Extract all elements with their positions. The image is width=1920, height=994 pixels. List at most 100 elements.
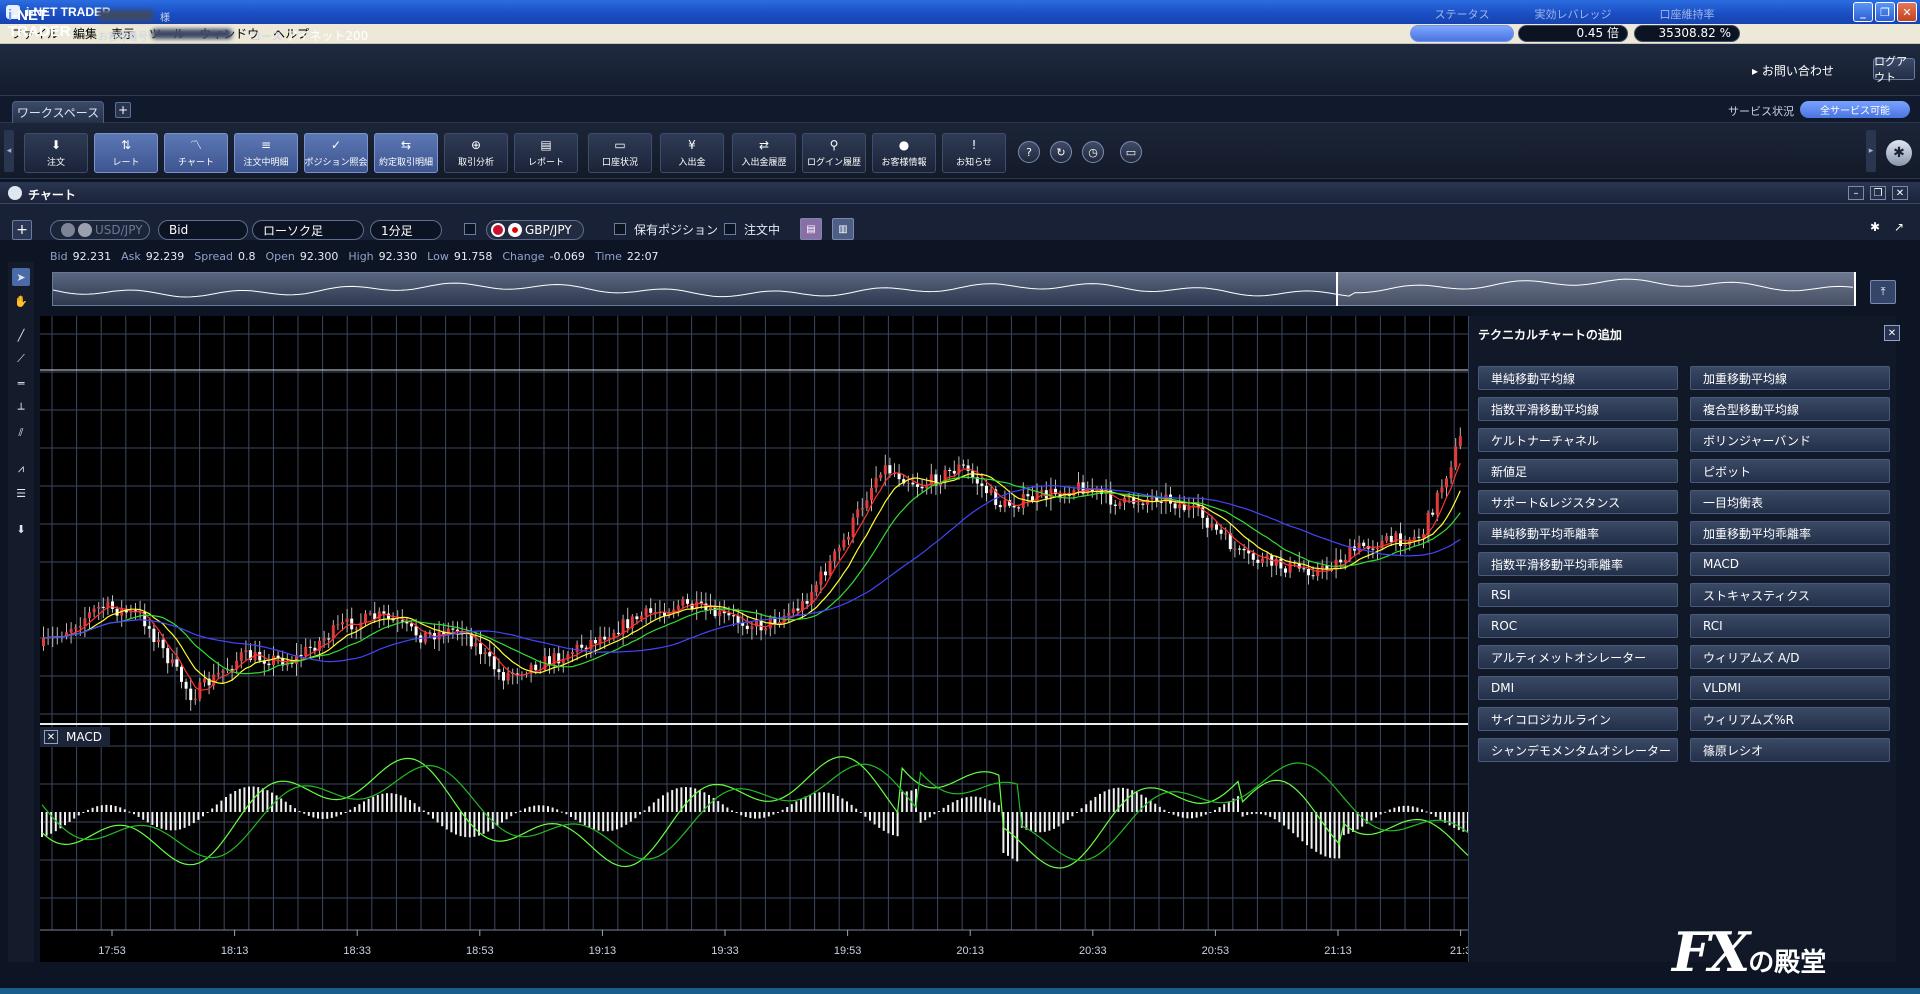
candle-body: [1012, 505, 1016, 508]
indicator-button-right-10[interactable]: VLDMI: [1690, 676, 1890, 700]
toolbar-button-5[interactable]: ⇆ 約定取引明細: [374, 133, 438, 173]
indicator-button-left-10[interactable]: DMI: [1478, 676, 1678, 700]
candle-body: [681, 599, 685, 606]
macd-hist-bar: [735, 812, 738, 814]
indicator-button-right-0[interactable]: 加重移動平均線: [1690, 366, 1890, 390]
toolbar-button-10[interactable]: ⇄ 入出金履歴: [732, 133, 796, 173]
macd-close-icon[interactable]: ✕: [44, 730, 58, 744]
indicator-button-left-12[interactable]: シャンデモメンタムオシレーター: [1478, 738, 1678, 762]
panel-close-button[interactable]: ✕: [1892, 186, 1908, 200]
macd-hist-bar: [892, 812, 894, 836]
order-checkbox[interactable]: [724, 223, 736, 235]
indicator-button-right-5[interactable]: 加重移動平均乖離率: [1690, 521, 1890, 545]
indicator-add-icon[interactable]: ▤: [800, 218, 822, 240]
levels-tool-icon[interactable]: ☰: [12, 484, 30, 502]
chart-list-icon[interactable]: ▥: [832, 218, 854, 240]
indicator-button-left-7[interactable]: RSI: [1478, 583, 1678, 607]
restore-button[interactable]: ❐: [1875, 2, 1895, 22]
service-status-label: サービス状況: [1728, 105, 1794, 118]
toolbar-button-8[interactable]: ▭ 口座状況: [588, 133, 652, 173]
channel-tool-icon[interactable]: ⫽: [12, 424, 30, 442]
price-chart[interactable]: 17:53 18:13 18:33 18:53 19:13 19:33 19:53 20:13…: [40, 316, 1468, 962]
trendline-tool-icon[interactable]: ╱: [12, 326, 30, 344]
indicator-button-right-6[interactable]: MACD: [1690, 552, 1890, 576]
navigator-window-handle[interactable]: [1336, 272, 1856, 306]
candle-body: [147, 626, 151, 629]
indicator-button-right-8[interactable]: RCI: [1690, 614, 1890, 638]
indicator-button-right-9[interactable]: ウィリアムズ A/D: [1690, 645, 1890, 669]
indicator-button-left-4[interactable]: サポート&レジスタンス: [1478, 490, 1678, 514]
candle-type-select[interactable]: ローソク足: [252, 220, 364, 240]
indicator-button-right-11[interactable]: ウィリアムズ%R: [1690, 707, 1890, 731]
indicator-button-left-0[interactable]: 単純移動平均線: [1478, 366, 1678, 390]
indicator-button-left-5[interactable]: 単純移動平均乖離率: [1478, 521, 1678, 545]
timeframe-select[interactable]: 1分足: [370, 220, 442, 240]
indicator-panel-close-icon[interactable]: ✕: [1884, 325, 1900, 341]
line-tool-icon[interactable]: ⟋: [12, 350, 30, 368]
candle-body: [635, 616, 639, 620]
toolbar-scroll-right[interactable]: ▸: [1866, 130, 1876, 172]
chat-icon[interactable]: ▭: [1120, 141, 1142, 163]
add-chart-button[interactable]: +: [12, 220, 32, 240]
toolbar-button-6[interactable]: ⊕ 取引分析: [444, 133, 508, 173]
toolbar-icon-4: ✓: [330, 137, 342, 152]
window-titlebar: i-NET TRADER _ ❐ ✕: [0, 0, 1920, 24]
compare-checkbox[interactable]: [464, 223, 476, 235]
compare-pair-gbpjpy[interactable]: GBP/JPY: [486, 220, 584, 240]
toolbar-button-4[interactable]: ✓ ポジション照会: [304, 133, 368, 173]
indicator-button-left-8[interactable]: ROC: [1478, 614, 1678, 638]
clock-icon[interactable]: ◷: [1082, 141, 1104, 163]
settings-gear-icon[interactable]: ✱: [1886, 140, 1912, 166]
position-checkbox[interactable]: [614, 223, 626, 235]
price-type-select[interactable]: Bid: [158, 220, 248, 240]
toolbar-button-0[interactable]: ⬇ 注文: [24, 133, 88, 173]
vertical-line-tool-icon[interactable]: ┴: [12, 400, 30, 418]
refresh-icon[interactable]: ↻: [1050, 141, 1072, 163]
panel-float-button[interactable]: ❐: [1870, 186, 1886, 200]
add-workspace-button[interactable]: +: [115, 102, 131, 118]
indicator-button-right-4[interactable]: 一目均衡表: [1690, 490, 1890, 514]
indicator-button-left-2[interactable]: ケルトナーチャネル: [1478, 428, 1678, 452]
pointer-tool-icon[interactable]: ➤: [12, 268, 30, 286]
help-icon[interactable]: ?: [1018, 141, 1040, 163]
panel-minimize-button[interactable]: –: [1848, 186, 1864, 200]
toolbar-button-9[interactable]: ¥ 入出金: [660, 133, 724, 173]
indicator-button-left-3[interactable]: 新値足: [1478, 459, 1678, 483]
close-window-button[interactable]: ✕: [1897, 2, 1917, 22]
hand-tool-icon[interactable]: ✋: [12, 292, 30, 310]
pair-selector-usdjpy[interactable]: USD/JPY: [50, 220, 150, 240]
indicator-button-left-11[interactable]: サイコロジカルライン: [1478, 707, 1678, 731]
indicator-button-right-3[interactable]: ピボット: [1690, 459, 1890, 483]
macd-hist-bar: [335, 812, 338, 817]
indicator-button-right-1[interactable]: 複合型移動平均線: [1690, 397, 1890, 421]
toolbar-button-1[interactable]: ⇅ レート: [94, 133, 158, 173]
popout-icon[interactable]: ↗: [1894, 220, 1904, 234]
minimize-button[interactable]: _: [1853, 2, 1873, 22]
watermark-sub: の殿堂: [1748, 948, 1827, 978]
chart-settings-icon[interactable]: ✱: [1870, 220, 1880, 234]
download-icon[interactable]: ⬇: [12, 520, 30, 538]
indicator-button-left-6[interactable]: 指数平滑移動平均乖離率: [1478, 552, 1678, 576]
toolbar-button-12[interactable]: ● お客様情報: [872, 133, 936, 173]
candle-body: [1403, 544, 1407, 547]
tab-workspace[interactable]: ワークスペース: [12, 101, 104, 123]
toolbar-scroll-left[interactable]: ◂: [4, 130, 14, 172]
indicator-button-right-2[interactable]: ボリンジャーバンド: [1690, 428, 1890, 452]
indicator-button-left-1[interactable]: 指数平滑移動平均線: [1478, 397, 1678, 421]
indicator-button-right-12[interactable]: 篠原レシオ: [1690, 738, 1890, 762]
fibonacci-tool-icon[interactable]: ⩘: [12, 460, 30, 478]
navigator-lock-icon[interactable]: ⤒: [1870, 280, 1896, 304]
indicator-button-left-9[interactable]: アルティメットオシレーター: [1478, 645, 1678, 669]
horizontal-line-tool-icon[interactable]: ═: [12, 374, 30, 392]
indicator-button-right-7[interactable]: ストキャスティクス: [1690, 583, 1890, 607]
toolbar-button-2[interactable]: 〽チャート: [164, 133, 228, 173]
macd-hist-bar: [280, 798, 283, 812]
contact-link[interactable]: ▸ お問い合わせ: [1752, 62, 1834, 79]
macd-hist-bar: [675, 788, 678, 812]
toolbar-button-13[interactable]: ! お知らせ: [942, 133, 1006, 173]
logout-button[interactable]: ログアウト: [1873, 55, 1915, 84]
toolbar-button-11[interactable]: ⚲ ログイン履歴: [802, 133, 866, 173]
toolbar-button-3[interactable]: ≡ 注文中明細: [234, 133, 298, 173]
macd-hist-bar: [832, 793, 835, 812]
toolbar-button-7[interactable]: ▤ レポート: [514, 133, 578, 173]
